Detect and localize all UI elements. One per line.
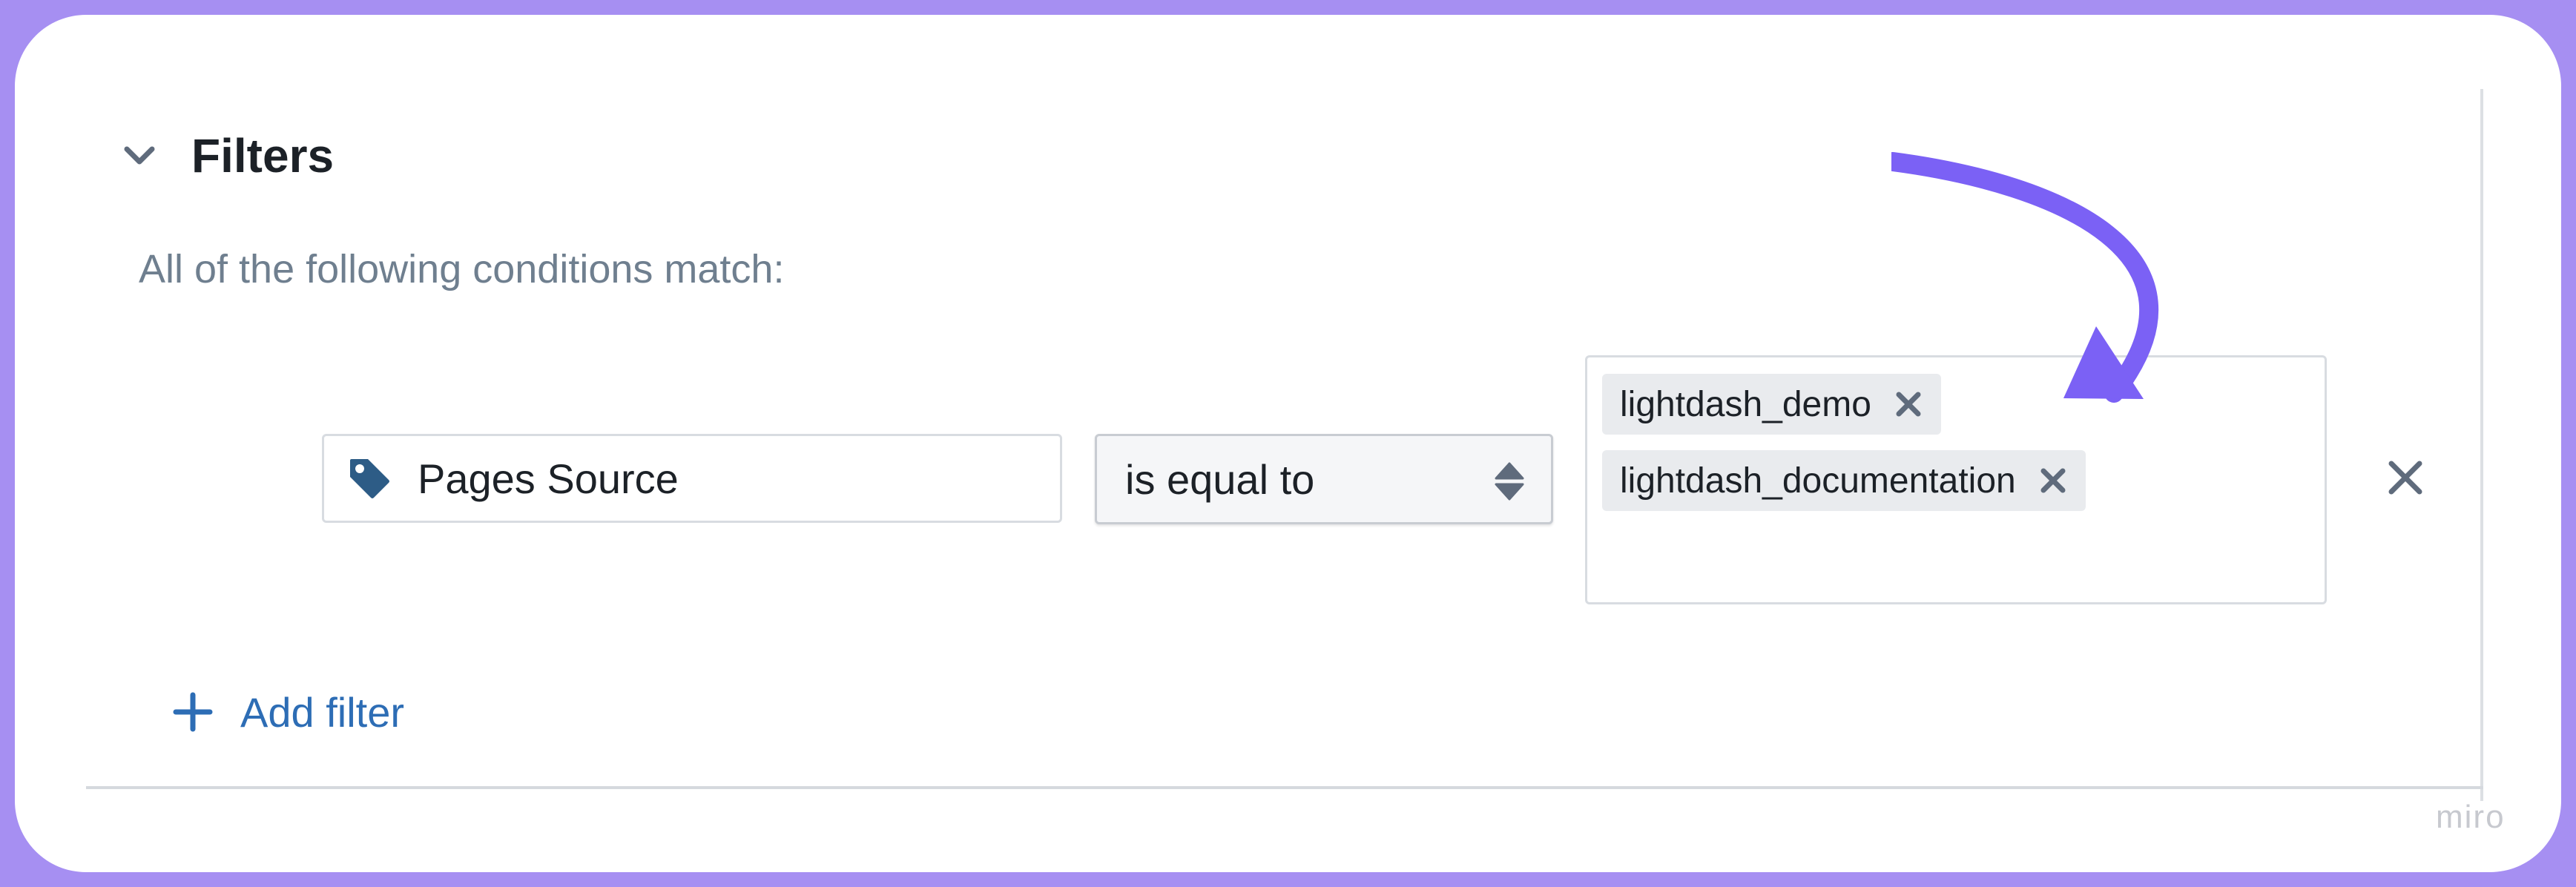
panel-divider-right [2480, 89, 2483, 801]
filter-field-label: Pages Source [418, 455, 679, 502]
tag-icon [346, 455, 392, 501]
miro-watermark: miro [2436, 799, 2506, 835]
sort-icon [1493, 461, 1526, 502]
filter-operator-label: is equal to [1125, 455, 1315, 503]
plus-icon [171, 690, 215, 734]
filters-card: Filters All of the following conditions … [15, 15, 2561, 872]
filters-header[interactable]: Filters [119, 119, 334, 193]
add-filter-button[interactable]: Add filter [171, 682, 404, 742]
section-title: Filters [191, 129, 335, 182]
close-icon [2387, 459, 2424, 500]
annotation-arrow [1891, 152, 2159, 403]
filter-field-select[interactable]: Pages Source [322, 434, 1062, 523]
value-tag-label: lightdash_demo [1620, 384, 1871, 424]
add-filter-label: Add filter [240, 688, 404, 736]
close-icon[interactable] [2038, 466, 2068, 495]
filters-match-description: All of the following conditions match: [139, 247, 785, 291]
value-tag: lightdash_demo [1602, 374, 1941, 435]
remove-filter-button[interactable] [2382, 455, 2429, 503]
value-tag-label: lightdash_documentation [1620, 461, 2016, 501]
chevron-down-icon[interactable] [119, 135, 160, 177]
value-tag: lightdash_documentation [1602, 450, 2086, 511]
filter-operator-select[interactable]: is equal to [1095, 434, 1553, 524]
panel-divider-bottom [86, 786, 2483, 789]
